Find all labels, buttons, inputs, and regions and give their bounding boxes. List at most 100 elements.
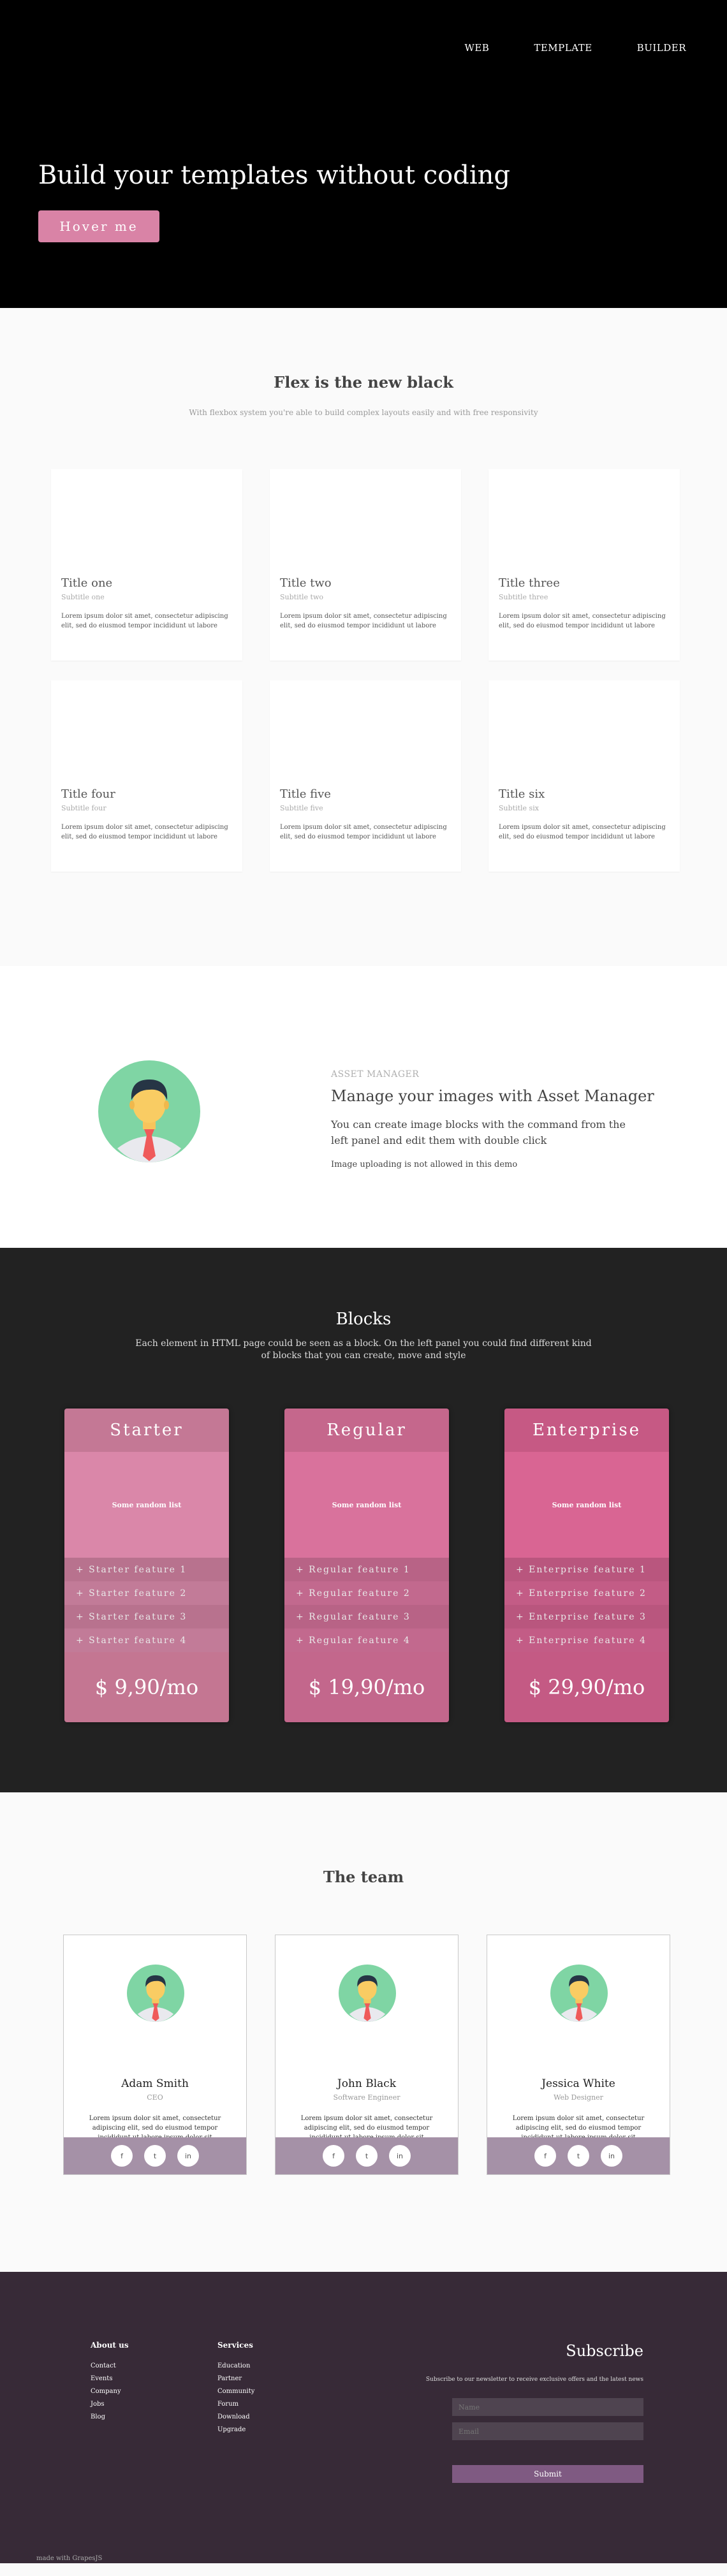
team-title: The team <box>323 1868 404 1886</box>
pricing-plan-enterprise: Enterprise Some random list + Enterprise f… <box>504 1409 669 1722</box>
footer-link-contact[interactable]: Contact <box>91 2362 129 2369</box>
footer-link-education[interactable]: Education <box>217 2362 254 2369</box>
plan-feature: + Enterprise feature 4 <box>504 1628 669 1652</box>
facebook-icon[interactable]: f <box>534 2145 556 2167</box>
card-text: Lorem ipsum dolor sit amet, consectetur … <box>61 824 228 840</box>
avatar-image[interactable] <box>98 1060 200 1162</box>
plan-name: Starter <box>64 1409 229 1452</box>
asset-description: You can create image blocks with the com… <box>331 1118 626 1146</box>
member-role: CEO <box>147 2093 163 2102</box>
footer-about-column: About us Contact Events Company Jobs Blo… <box>91 2341 129 2426</box>
pricing-plan-regular: Regular Some random list + Regular feature… <box>284 1409 449 1722</box>
pricing-plans: Starter Some random list + Starter feature… <box>64 1409 669 1722</box>
footer-link-community[interactable]: Community <box>217 2388 254 2395</box>
team-section: The team Adam Smith CEO Lorem ipsum dolo… <box>0 1792 727 2272</box>
plan-description: Some random list <box>64 1452 229 1558</box>
footer-link-upgrade[interactable]: Upgrade <box>217 2426 254 2433</box>
asset-kicker: ASSET MANAGER <box>331 1069 420 1079</box>
card-title: Title three <box>499 576 560 590</box>
card: Title two Subtitle two Lorem ipsum dolor… <box>270 469 461 661</box>
member-name: Adam Smith <box>121 2077 189 2090</box>
hero-title: Build your templates without coding <box>38 161 510 190</box>
plan-name: Enterprise <box>504 1409 669 1452</box>
plan-feature: + Enterprise feature 2 <box>504 1581 669 1605</box>
card: Title four Subtitle four Lorem ipsum dol… <box>51 680 242 872</box>
linkedin-icon[interactable]: in <box>389 2145 411 2167</box>
plan-name: Regular <box>284 1409 449 1452</box>
card-subtitle: Subtitle six <box>499 804 539 812</box>
subscribe-description: Subscribe to our newsletter to receive e… <box>425 2376 643 2383</box>
footer-link-forum[interactable]: Forum <box>217 2401 254 2408</box>
plan-feature: + Enterprise feature 3 <box>504 1605 669 1628</box>
footer-link-events[interactable]: Events <box>91 2375 129 2382</box>
plan-price: $ 19,90/mo <box>284 1652 449 1722</box>
card-subtitle: Subtitle one <box>61 593 105 601</box>
plan-feature: + Starter feature 4 <box>64 1628 229 1652</box>
card-text: Lorem ipsum dolor sit amet, consectetur … <box>499 613 666 629</box>
plan-feature: + Regular feature 3 <box>284 1605 449 1628</box>
plan-feature: + Regular feature 2 <box>284 1581 449 1605</box>
top-nav: WEB TEMPLATE BUILDER <box>420 42 686 54</box>
plan-feature: + Regular feature 4 <box>284 1628 449 1652</box>
name-input[interactable] <box>452 2398 643 2416</box>
card: Title three Subtitle three Lorem ipsum d… <box>488 469 680 661</box>
blocks-title: Blocks <box>335 1310 392 1329</box>
facebook-icon[interactable]: f <box>323 2145 344 2167</box>
member-social-bar: f t in <box>487 2137 670 2174</box>
hero-section: WEB TEMPLATE BUILDER Build your template… <box>0 0 727 308</box>
card: Title six Subtitle six Lorem ipsum dolor… <box>488 680 680 872</box>
nav-link-template[interactable]: TEMPLATE <box>534 42 592 54</box>
member-name: Jessica White <box>541 2077 615 2090</box>
card-text: Lorem ipsum dolor sit amet, consectetur … <box>61 613 228 629</box>
card-title: Title one <box>61 576 113 590</box>
facebook-icon[interactable]: f <box>111 2145 133 2167</box>
card-text: Lorem ipsum dolor sit amet, consectetur … <box>280 824 447 840</box>
twitter-icon[interactable]: t <box>356 2145 378 2167</box>
member-social-bar: f t in <box>275 2137 458 2174</box>
twitter-icon[interactable]: t <box>144 2145 166 2167</box>
email-input[interactable] <box>452 2422 643 2440</box>
asset-manager-section: ASSET MANAGER Manage your images with As… <box>0 966 727 1248</box>
avatar <box>550 1965 608 2022</box>
plan-price: $ 29,90/mo <box>504 1652 669 1722</box>
submit-button[interactable]: Submit <box>452 2465 643 2483</box>
made-with-text: made with GrapesJS <box>36 2555 103 2562</box>
subscribe-title: Subscribe <box>566 2342 643 2360</box>
hover-me-button[interactable]: Hover me <box>38 210 159 242</box>
nav-link-web[interactable]: WEB <box>464 42 489 54</box>
avatar <box>127 1965 184 2022</box>
asset-title: Manage your images with Asset Manager <box>331 1087 654 1105</box>
flex-section: Flex is the new black With flexbox syste… <box>0 308 727 966</box>
footer-link-jobs[interactable]: Jobs <box>91 2401 129 2408</box>
plan-feature: + Enterprise feature 1 <box>504 1558 669 1581</box>
linkedin-icon[interactable]: in <box>601 2145 622 2167</box>
footer-services-title: Services <box>217 2341 253 2350</box>
footer-link-partner[interactable]: Partner <box>217 2375 254 2382</box>
card-title: Title six <box>499 787 545 801</box>
nav-link-builder[interactable]: BUILDER <box>637 42 686 54</box>
plan-price: $ 9,90/mo <box>64 1652 229 1722</box>
plan-feature: + Starter feature 3 <box>64 1605 229 1628</box>
footer-link-company[interactable]: Company <box>91 2388 129 2395</box>
card-grid: Title one Subtitle one Lorem ipsum dolor… <box>51 469 680 872</box>
footer-link-blog[interactable]: Blog <box>91 2413 129 2420</box>
footer-link-download[interactable]: Download <box>217 2413 254 2420</box>
card-subtitle: Subtitle three <box>499 593 548 601</box>
footer: About us Contact Events Company Jobs Blo… <box>0 2272 727 2563</box>
card-title: Title five <box>280 787 331 801</box>
member-name: John Black <box>337 2077 397 2090</box>
twitter-icon[interactable]: t <box>568 2145 589 2167</box>
linkedin-icon[interactable]: in <box>177 2145 199 2167</box>
card-text: Lorem ipsum dolor sit amet, consectetur … <box>280 613 447 629</box>
team-member-card: Adam Smith CEO Lorem ipsum dolor sit ame… <box>63 1935 247 2175</box>
blocks-subtitle: Each element in HTML page could be seen … <box>135 1338 592 1361</box>
plan-feature: + Starter feature 2 <box>64 1581 229 1605</box>
footer-services-column: Services Education Partner Community For… <box>217 2341 254 2439</box>
avatar <box>339 1965 396 2022</box>
pricing-plan-starter: Starter Some random list + Starter feature… <box>64 1409 229 1722</box>
team-member-card: Jessica White Web Designer Lorem ipsum d… <box>487 1935 670 2175</box>
card-subtitle: Subtitle two <box>280 593 324 601</box>
card-subtitle: Subtitle five <box>280 804 323 812</box>
card: Title one Subtitle one Lorem ipsum dolor… <box>51 469 242 661</box>
card-title: Title two <box>280 576 332 590</box>
